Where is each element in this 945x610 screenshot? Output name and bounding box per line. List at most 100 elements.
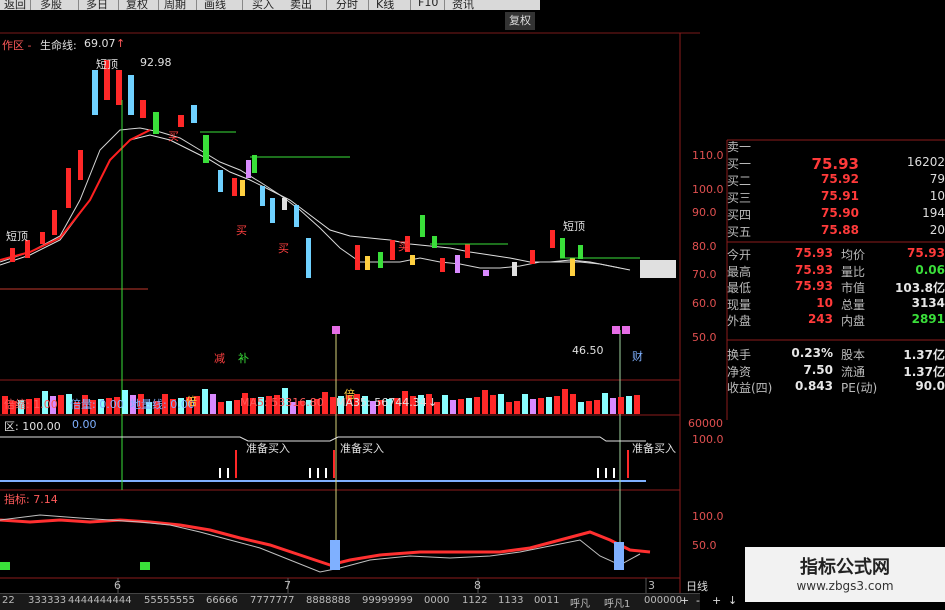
stat-label: 换手	[727, 348, 752, 362]
marker-label-fill: 补	[238, 352, 249, 365]
buy-order-price[interactable]: 75.88	[787, 223, 859, 237]
formula-tab[interactable]: 99999999	[362, 595, 413, 606]
stat-value: 75.93	[907, 246, 945, 260]
volume-bar	[554, 396, 560, 414]
volume-bar	[546, 397, 552, 414]
formula-tab[interactable]: 0011	[534, 595, 559, 606]
buy-order-price[interactable]: 75.90	[787, 206, 859, 220]
period-label[interactable]: 日线	[686, 578, 708, 594]
stat-label: 最高	[727, 264, 752, 279]
candle-up	[116, 70, 122, 105]
stat-label: 流通	[841, 364, 866, 379]
ready-buy-label: 准备买入	[632, 442, 676, 455]
candle-up	[550, 230, 555, 248]
formula-tab[interactable]: 66666	[206, 595, 238, 606]
x-axis-label: 7	[284, 579, 291, 592]
candle-up	[355, 245, 360, 270]
formula-tabs: 22 333333 4444444444 55555555 66666 7777777 88…	[0, 593, 700, 610]
short-top-label: 短顶	[563, 220, 585, 233]
oscillator-line-red	[0, 518, 651, 567]
stat-label: 现量	[727, 297, 752, 312]
zoom-in-button[interactable]: +	[680, 594, 689, 607]
marker-label-reduce: 减	[214, 352, 225, 365]
volume-bar	[458, 399, 464, 414]
formula-tab[interactable]: 7777777	[250, 595, 295, 606]
x-axis-label: 6	[114, 579, 121, 592]
candle-down	[218, 170, 223, 192]
candle-up	[78, 150, 83, 180]
stat-value: 75.93	[795, 279, 833, 293]
volume-bar	[538, 398, 544, 414]
stat-label: 内盘	[841, 314, 866, 328]
formula-tab[interactable]: 4444444444	[68, 595, 132, 606]
candle-up	[390, 240, 395, 260]
volume-bar	[58, 395, 64, 414]
buy-order-price[interactable]: 75.92	[787, 172, 859, 186]
price-tick: 60.0	[692, 297, 717, 310]
formula-tab[interactable]: 1122	[462, 595, 487, 606]
candle-yellow	[410, 255, 415, 265]
volume-tick: 60000	[688, 417, 723, 430]
stat-value: 10	[816, 295, 833, 310]
volume-bar	[626, 396, 632, 414]
formula-tab[interactable]: 333333	[28, 595, 66, 606]
formula-tab[interactable]: 0000	[424, 595, 449, 606]
stat-value: 0.06	[915, 262, 945, 277]
candle-up	[140, 100, 146, 118]
volume-bar	[602, 393, 608, 414]
volume-bar	[530, 399, 536, 414]
ma-line-white	[0, 134, 631, 271]
marker-square	[612, 326, 620, 334]
high-value: 92.98	[140, 56, 172, 69]
volume-bar	[594, 400, 600, 414]
candle-up	[440, 258, 445, 272]
oscillator-bar	[614, 542, 624, 570]
down-arrow-icon[interactable]: ↓	[728, 594, 737, 607]
candle-down	[128, 75, 134, 115]
volume-bar	[226, 401, 232, 414]
volume-bar	[474, 397, 480, 414]
buy-order-volume: 10	[929, 189, 945, 203]
buy-order-volume: 20	[929, 223, 945, 237]
price-tick: 90.0	[692, 206, 717, 219]
volume-bar	[490, 395, 496, 414]
signal-line	[0, 436, 646, 442]
buy-order-price[interactable]: 75.93	[787, 155, 859, 173]
formula-tab[interactable]: 55555555	[144, 595, 195, 606]
formula-tab[interactable]: 呼凡1	[604, 595, 630, 610]
volume-ma5: MA5: 53316.80	[240, 396, 324, 409]
buy-order-row: 买五 75.88 20	[727, 223, 945, 239]
signal-tick-label: 100.0	[692, 433, 724, 446]
volume-bar	[562, 389, 568, 414]
stat-value: 90.0	[915, 379, 945, 393]
price-tick: 80.0	[692, 240, 717, 253]
candle-green	[420, 215, 425, 237]
volume-bar	[202, 389, 208, 414]
buy-order-label: 买五	[727, 225, 752, 239]
x-axis-label: 3	[648, 579, 655, 592]
volume-arrow-icon: ↓	[428, 396, 438, 409]
stat-label: 收益(四)	[727, 381, 773, 395]
formula-tab[interactable]: 22	[2, 595, 15, 606]
formula-tab[interactable]: 呼凡	[570, 595, 590, 610]
formula-tab[interactable]: 000000	[644, 595, 682, 606]
short-top-label: 短顶	[6, 230, 28, 243]
stat-value: 103.8亿	[895, 281, 945, 295]
candle-up	[40, 232, 45, 244]
marker-square	[332, 326, 340, 334]
candlesticks	[10, 60, 676, 278]
zoom-out-button[interactable]: -	[696, 594, 700, 607]
buy-marker: 买	[278, 242, 289, 255]
watermark-title: 指标公式网	[800, 557, 890, 578]
formula-tab[interactable]: 1133	[498, 595, 523, 606]
volume-bar	[466, 398, 472, 414]
add-button[interactable]: +	[712, 594, 721, 607]
candle-up	[10, 248, 15, 262]
oscillator-marker	[140, 562, 150, 570]
stat-label: 净资	[727, 364, 752, 379]
volume-bar	[618, 397, 624, 414]
stat-row: 外盘 243 内盘 2891	[727, 312, 945, 328]
buy-order-price[interactable]: 75.91	[787, 189, 859, 203]
formula-tab[interactable]: 8888888	[306, 595, 351, 606]
volume-bar	[634, 395, 640, 414]
